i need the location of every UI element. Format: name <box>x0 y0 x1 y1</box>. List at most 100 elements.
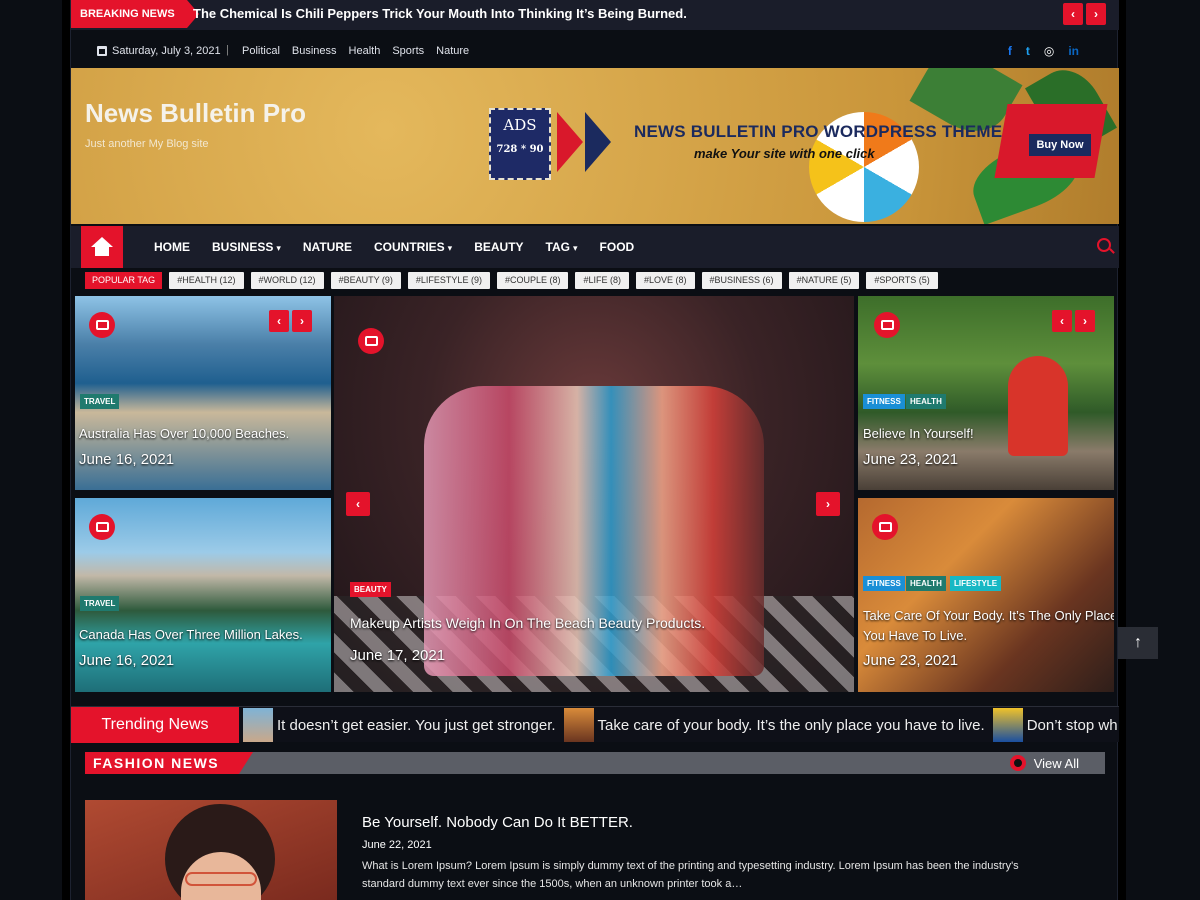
home-button[interactable] <box>81 226 123 268</box>
card-next-button[interactable]: › <box>1075 310 1095 332</box>
trending-thumbnail <box>243 708 273 742</box>
trending-item[interactable]: It doesn’t get easier. You just get stro… <box>277 717 556 734</box>
top-link-health[interactable]: Health <box>349 45 381 57</box>
search-icon[interactable] <box>1097 238 1111 252</box>
slider-prev-button[interactable]: ‹ <box>346 492 370 516</box>
top-link-business[interactable]: Business <box>292 45 337 57</box>
nav-item-nature[interactable]: NATURE <box>292 240 363 254</box>
chevron-down-icon: ▾ <box>573 243 578 253</box>
post-title[interactable]: Take Care Of Your Body. It’s The Only Pl… <box>863 606 1114 646</box>
card-next-button[interactable]: › <box>292 310 312 332</box>
tag-life[interactable]: #LIFE (8) <box>575 272 629 289</box>
ad-stamp-label: ADS <box>503 116 537 134</box>
image-icon <box>89 514 115 540</box>
fashion-news-header: FASHION NEWS View All <box>85 752 1105 774</box>
twitter-icon[interactable]: t <box>1026 44 1030 58</box>
divider: | <box>226 44 229 56</box>
card-arrows: ‹ › <box>1052 310 1095 332</box>
tag-couple[interactable]: #COUPLE (8) <box>496 272 569 289</box>
top-link-sports[interactable]: Sports <box>392 45 424 57</box>
right-edge <box>1118 0 1126 900</box>
tag-nature[interactable]: #NATURE (5) <box>788 272 860 289</box>
view-all-link[interactable]: View All <box>1009 755 1079 771</box>
tag-world[interactable]: #WORLD (12) <box>250 272 324 289</box>
breaking-news-headline[interactable]: The Chemical Is Chili Peppers Trick Your… <box>193 0 687 28</box>
tag-sports[interactable]: #SPORTS (5) <box>866 272 938 289</box>
chevron-down-icon: ▾ <box>276 243 281 253</box>
top-bar: Saturday, July 3, 2021 | Political Busin… <box>71 36 1119 66</box>
breaking-news-label: BREAKING NEWS <box>71 0 199 28</box>
category-badge[interactable]: FITNESS <box>863 576 905 591</box>
nav-item-countries[interactable]: COUNTRIES ▾ <box>363 240 463 254</box>
camera-icon <box>358 328 384 354</box>
social-links: f t ◎ in <box>1008 44 1079 58</box>
nav-label: BEAUTY <box>474 240 524 254</box>
facebook-icon[interactable]: f <box>1008 44 1012 58</box>
tag-love[interactable]: #LOVE (8) <box>636 272 695 289</box>
top-links: Political Business Health Sports Nature <box>242 45 469 57</box>
ad-stamp-size: 728 * 90 <box>496 144 544 155</box>
page: BREAKING NEWS The Chemical Is Chili Pepp… <box>70 0 1119 900</box>
post-card-main[interactable]: ‹ › BEAUTY Makeup Artists Weigh In On Th… <box>334 296 854 692</box>
tag-beauty[interactable]: #BEAUTY (9) <box>330 272 401 289</box>
post-title[interactable]: Canada Has Over Three Million Lakes. <box>79 627 303 642</box>
nav-item-beauty[interactable]: BEAUTY <box>463 240 534 254</box>
post-card-take-care[interactable]: FITNESS HEALTH LIFESTYLE Take Care Of Yo… <box>858 498 1114 692</box>
post-date: June 17, 2021 <box>350 647 446 664</box>
woman-figure <box>1008 356 1068 456</box>
scroll-to-top-button[interactable]: ↑ <box>1118 627 1158 659</box>
post-date: June 16, 2021 <box>79 652 175 669</box>
trending-label: Trending News <box>71 707 239 743</box>
category-badge[interactable]: BEAUTY <box>350 582 391 597</box>
instagram-icon[interactable]: ◎ <box>1044 44 1054 58</box>
linkedin-icon[interactable]: in <box>1068 44 1079 58</box>
tag-business[interactable]: #BUSINESS (6) <box>701 272 782 289</box>
post-thumbnail[interactable] <box>85 800 337 900</box>
breaking-next-button[interactable]: › <box>1086 3 1106 25</box>
post-title[interactable]: Be Yourself. Nobody Can Do It BETTER. <box>362 814 633 831</box>
image-icon <box>89 312 115 338</box>
nav-item-food[interactable]: FOOD <box>589 240 646 254</box>
breaking-prev-button[interactable]: ‹ <box>1063 3 1083 25</box>
category-badge[interactable]: TRAVEL <box>80 394 120 409</box>
ad-title: NEWS BULLETIN PRO WORDPRESS THEME <box>634 122 1003 141</box>
tag-health[interactable]: #HEALTH (12) <box>169 272 244 289</box>
nav-label: FOOD <box>599 240 635 254</box>
ad-banner[interactable]: ADS 728 * 90 NEWS BULLETIN PRO WORDPRESS… <box>489 104 1109 194</box>
popular-tag-label: POPULAR TAG <box>85 272 163 289</box>
trending-items: It doesn’t get easier. You just get stro… <box>239 707 1117 743</box>
card-prev-button[interactable]: ‹ <box>1052 310 1072 332</box>
top-link-political[interactable]: Political <box>242 45 280 57</box>
sunglasses <box>185 872 257 886</box>
tag-lifestyle[interactable]: #LIFESTYLE (9) <box>407 272 490 289</box>
post-title[interactable]: Believe In Yourself! <box>863 426 974 441</box>
nav-item-home[interactable]: HOME <box>143 240 201 254</box>
home-icon <box>91 237 113 257</box>
category-badge[interactable]: FITNESS <box>863 394 905 409</box>
top-link-nature[interactable]: Nature <box>436 45 469 57</box>
post-card-believe[interactable]: ‹ › FITNESS HEALTH Believe In Yourself! … <box>858 296 1114 490</box>
category-badge[interactable]: LIFESTYLE <box>950 576 1002 591</box>
current-date: Saturday, July 3, 2021 <box>97 45 221 57</box>
buy-now-button[interactable]: Buy Now <box>1029 134 1091 156</box>
post-date: June 22, 2021 <box>362 839 432 851</box>
date-text: Saturday, July 3, 2021 <box>112 45 221 57</box>
card-arrows: ‹ › <box>269 310 312 332</box>
site-title[interactable]: News Bulletin Pro <box>85 98 306 129</box>
category-badge[interactable]: HEALTH <box>906 394 946 409</box>
nav-item-business[interactable]: BUSINESS ▾ <box>201 240 292 254</box>
trending-item[interactable]: Don’t stop when you ar <box>1027 717 1117 734</box>
post-title[interactable]: Makeup Artists Weigh In On The Beach Bea… <box>350 615 705 631</box>
trending-item[interactable]: Take care of your body. It’s the only pl… <box>598 717 985 734</box>
chevron-down-icon: ▾ <box>447 243 453 253</box>
card-prev-button[interactable]: ‹ <box>269 310 289 332</box>
category-badge[interactable]: TRAVEL <box>80 596 120 611</box>
post-title[interactable]: Australia Has Over 10,000 Beaches. <box>79 426 289 441</box>
post-card-australia[interactable]: ‹ › TRAVEL Australia Has Over 10,000 Bea… <box>75 296 331 490</box>
post-card-canada[interactable]: TRAVEL Canada Has Over Three Million Lak… <box>75 498 331 692</box>
breaking-news-bar: BREAKING NEWS The Chemical Is Chili Pepp… <box>71 0 1119 30</box>
category-badge[interactable]: HEALTH <box>906 576 946 591</box>
slider-next-button[interactable]: › <box>816 492 840 516</box>
nav-item-tag[interactable]: TAG ▾ <box>535 240 589 254</box>
site-header: News Bulletin Pro Just another My Blog s… <box>71 68 1119 224</box>
